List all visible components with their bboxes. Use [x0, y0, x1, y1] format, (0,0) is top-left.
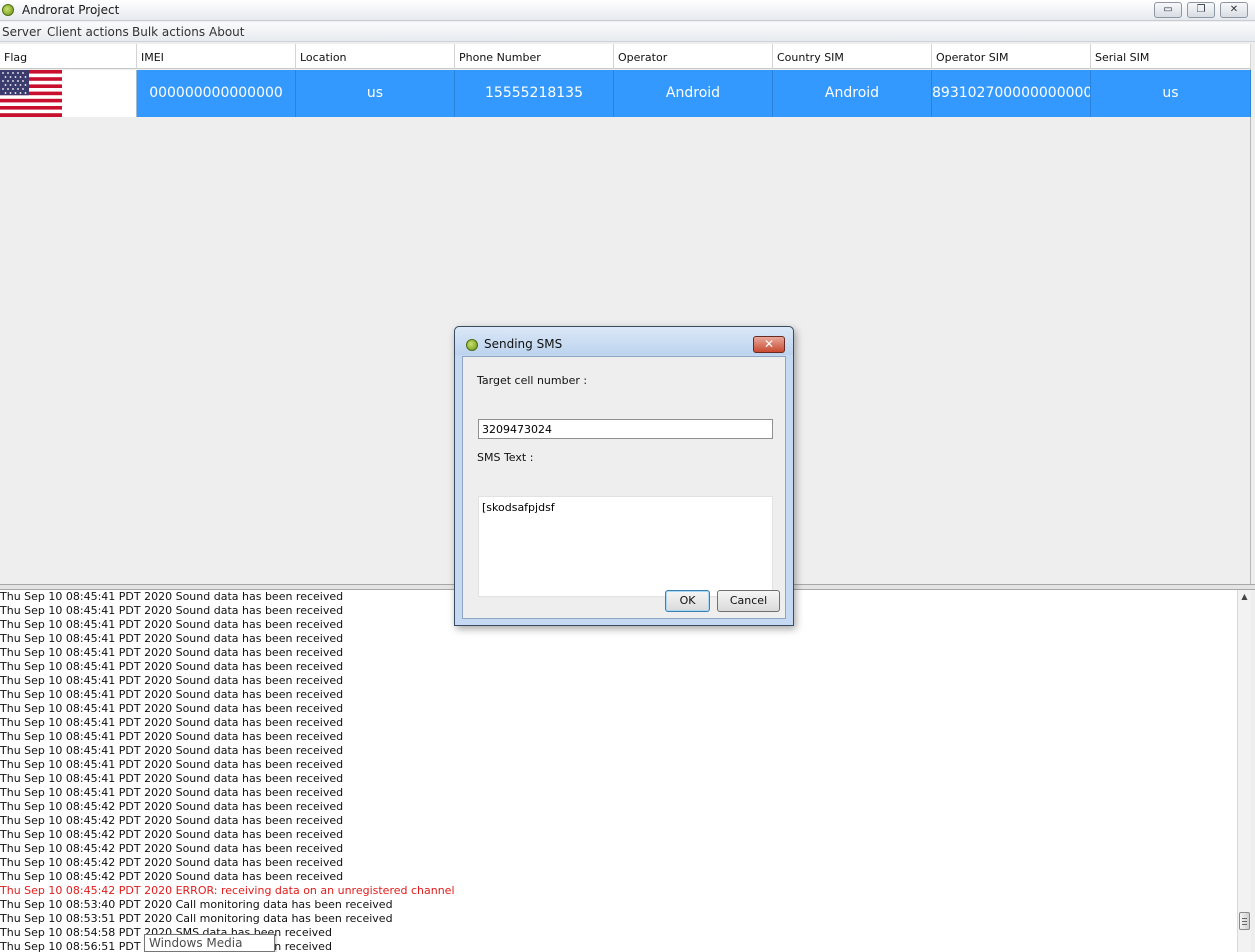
restore-button[interactable]: ❐ [1187, 2, 1215, 18]
log-line: Thu Sep 10 08:45:41 PDT 2020 Sound data … [0, 590, 344, 603]
log-error-line: Thu Sep 10 08:45:42 PDT 2020 ERROR: rece… [0, 884, 455, 897]
column-serial-sim[interactable]: Serial SIM [1091, 44, 1251, 69]
column-location[interactable]: Location [296, 44, 455, 69]
log-line: Thu Sep 10 08:45:42 PDT 2020 Sound data … [0, 870, 344, 883]
close-button[interactable]: ✕ [1220, 2, 1248, 18]
cancel-button[interactable]: Cancel [717, 590, 780, 612]
dialog-close-button[interactable]: ✕ [753, 336, 785, 353]
scroll-thumb[interactable] [1239, 912, 1250, 930]
log-scrollbar[interactable]: ▲ [1237, 590, 1251, 952]
sms-text-label: SMS Text : [477, 451, 534, 464]
target-number-input[interactable] [478, 419, 773, 439]
cell-country-sim: Android [773, 70, 932, 117]
dialog-title: Sending SMS [484, 337, 563, 351]
column-phone-number[interactable]: Phone Number [455, 44, 614, 69]
menu-bulk-actions[interactable]: Bulk actions [132, 25, 205, 39]
column-imei[interactable]: IMEI [137, 44, 296, 69]
log-line: Thu Sep 10 08:45:41 PDT 2020 Sound data … [0, 688, 344, 701]
flag-cell [0, 70, 137, 117]
log-line: Thu Sep 10 08:45:41 PDT 2020 Sound data … [0, 772, 344, 785]
column-operator[interactable]: Operator [614, 44, 773, 69]
log-line: Thu Sep 10 08:45:41 PDT 2020 Sound data … [0, 646, 344, 659]
menu-server[interactable]: Server [2, 25, 41, 39]
log-line: Thu Sep 10 08:45:41 PDT 2020 Sound data … [0, 618, 344, 631]
cell-serial-sim: us [1091, 70, 1251, 117]
minimize-button[interactable]: ▭ [1154, 2, 1182, 18]
log-line: Thu Sep 10 08:45:41 PDT 2020 Sound data … [0, 604, 344, 617]
menu-about[interactable]: About [209, 25, 244, 39]
log-line: Thu Sep 10 08:45:41 PDT 2020 Sound data … [0, 702, 344, 715]
dialog-title-bar[interactable]: Sending SMS ✕ [455, 327, 793, 355]
log-line: Thu Sep 10 08:45:41 PDT 2020 Sound data … [0, 674, 344, 687]
scroll-up-arrow-icon[interactable]: ▲ [1238, 592, 1251, 605]
cell-operator: Android [614, 70, 773, 117]
ok-button[interactable]: OK [665, 590, 710, 612]
taskbar-tooltip: Windows Media Player [144, 934, 275, 952]
cell-phone-number: 15555218135 [455, 70, 614, 117]
column-flag[interactable]: Flag [0, 44, 137, 69]
cell-imei: 000000000000000 [137, 70, 296, 117]
log-line: Thu Sep 10 08:45:41 PDT 2020 Sound data … [0, 758, 344, 771]
android-icon [466, 339, 478, 351]
sms-text-area[interactable]: [skodsafpjdsf [478, 496, 773, 597]
log-line: Thu Sep 10 08:45:41 PDT 2020 Sound data … [0, 632, 344, 645]
log-panel: Thu Sep 10 08:45:41 PDT 2020 Sound data … [0, 590, 1237, 952]
window-title: Androrat Project [22, 3, 120, 17]
log-line: Thu Sep 10 08:53:40 PDT 2020 Call monito… [0, 898, 393, 911]
log-line: Thu Sep 10 08:45:42 PDT 2020 Sound data … [0, 856, 344, 869]
log-line: Thu Sep 10 08:53:51 PDT 2020 Call monito… [0, 912, 393, 925]
menu-client-actions[interactable]: Client actions [47, 25, 129, 39]
log-line: Thu Sep 10 08:45:41 PDT 2020 Sound data … [0, 660, 344, 673]
menu-bar: Server Client actions Bulk actions About [0, 22, 1255, 42]
log-line: Thu Sep 10 08:45:41 PDT 2020 Sound data … [0, 716, 344, 729]
android-icon [2, 4, 14, 16]
dialog-body: Target cell number : SMS Text : [skodsaf… [462, 356, 786, 619]
table-header: Flag IMEI Location Phone Number Operator… [0, 44, 1251, 69]
sending-sms-dialog: Sending SMS ✕ Target cell number : SMS T… [454, 326, 794, 626]
log-line: Thu Sep 10 08:45:42 PDT 2020 Sound data … [0, 842, 344, 855]
cell-location: us [296, 70, 455, 117]
log-line: Thu Sep 10 08:45:41 PDT 2020 Sound data … [0, 786, 344, 799]
target-number-label: Target cell number : [477, 374, 588, 387]
column-country-sim[interactable]: Country SIM [773, 44, 932, 69]
log-line: Thu Sep 10 08:45:41 PDT 2020 Sound data … [0, 730, 344, 743]
log-line: Thu Sep 10 08:45:42 PDT 2020 Sound data … [0, 814, 344, 827]
log-line: Thu Sep 10 08:45:42 PDT 2020 Sound data … [0, 828, 344, 841]
column-operator-sim[interactable]: Operator SIM [932, 44, 1091, 69]
log-line: Thu Sep 10 08:45:41 PDT 2020 Sound data … [0, 744, 344, 757]
log-line: Thu Sep 10 08:45:42 PDT 2020 Sound data … [0, 800, 344, 813]
cell-operator-sim: 8931027000000000007 [932, 70, 1091, 117]
us-flag-icon [0, 70, 62, 117]
title-bar: Androrat Project ▭ ❐ ✕ [0, 0, 1255, 21]
table-row[interactable]: 000000000000000 us 15555218135 Android A… [0, 70, 1251, 117]
